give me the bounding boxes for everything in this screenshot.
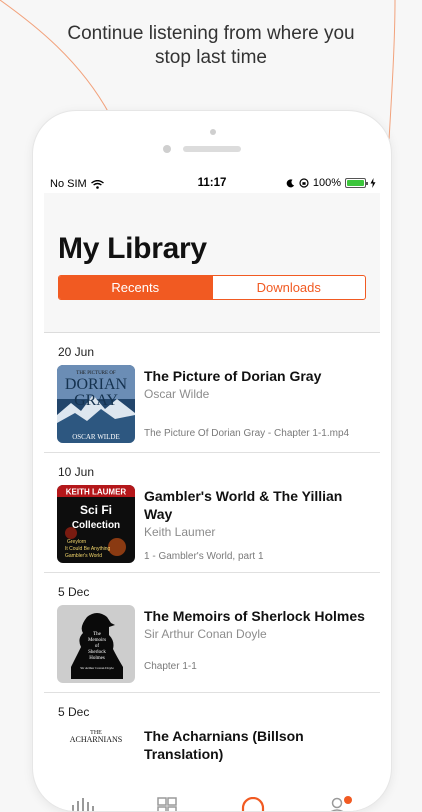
cover-line-5: Holmes — [89, 656, 105, 661]
charging-bolt-icon — [370, 178, 376, 188]
cover-line-2: DORIAN — [65, 376, 128, 393]
listen-date: 20 Jun — [58, 345, 95, 359]
list-item[interactable]: 20 Jun THE PICTURE OF DORIAN GRAY OSCAR … — [44, 333, 380, 453]
cover-line-3: GRAY — [74, 392, 118, 409]
status-bar: No SIM 11:17 100% — [44, 173, 380, 193]
phone-frame: No SIM 11:17 100% My Library Recents Dow… — [32, 110, 392, 812]
tab-library[interactable] — [240, 796, 268, 811]
book-episode: Chapter 1-1 — [144, 661, 197, 672]
cover-line-4: Sherlock — [88, 650, 106, 655]
battery-fill — [347, 180, 364, 186]
page-title: My Library — [58, 232, 207, 265]
headphones-icon — [241, 796, 265, 811]
cover-line-4: OSCAR WILDE — [72, 433, 120, 441]
list-item[interactable]: 10 Jun KEITH LAUMER Sci Fi Collection Gr… — [44, 453, 380, 573]
book-cover: The Memoirs of Sherlock Holmes Sir Arthu… — [57, 605, 135, 683]
cover-line-2: ACHARNIANS — [70, 735, 122, 744]
cover-line-6: Sir Arthur Conan Doyle — [80, 666, 114, 670]
book-title: The Picture of Dorian Gray — [144, 368, 322, 384]
grid-icon — [157, 797, 177, 811]
listen-date: 5 Dec — [58, 585, 90, 599]
moon-icon — [286, 178, 295, 187]
book-title: Gambler's World & The Yillian Way — [144, 488, 343, 522]
cover-line-3: Collection — [72, 520, 120, 531]
book-cover: THE PICTURE OF DORIAN GRAY OSCAR WILDE — [57, 365, 135, 443]
book-episode: The Picture Of Dorian Gray - Chapter 1-1… — [144, 428, 350, 439]
list-item[interactable]: 5 Dec The Memoirs of Sherlock Holmes Sir… — [44, 573, 380, 693]
book-title: The Acharnians (Billson Translation) — [144, 728, 304, 762]
book-author: Keith Laumer — [144, 525, 216, 539]
book-author: Sir Arthur Conan Doyle — [144, 627, 267, 641]
book-author: Oscar Wilde — [144, 387, 210, 401]
book-title: The Memoirs of Sherlock Holmes — [144, 608, 365, 624]
tab-browse[interactable] — [156, 797, 184, 811]
library-header: My Library Recents Downloads — [44, 193, 380, 333]
app-screen: No SIM 11:17 100% My Library Recents Dow… — [44, 173, 380, 811]
cover-line-1: KEITH LAUMER — [66, 488, 127, 497]
cover-line-2: Sci Fi — [80, 503, 112, 517]
listen-date: 10 Jun — [58, 465, 95, 479]
book-cover: KEITH LAUMER Sci Fi Collection Greylorn … — [57, 485, 135, 563]
waveform-icon — [72, 798, 94, 811]
listen-date: 5 Dec — [58, 705, 90, 719]
book-episode: 1 - Gambler's World, part 1 — [144, 551, 264, 562]
promo-line-2: stop last time — [155, 47, 267, 68]
promo-line-1: Continue listening from where you — [67, 23, 355, 44]
promo-tagline: Continue listening from where you stop l… — [0, 22, 422, 70]
library-segmented-control: Recents Downloads — [58, 275, 366, 300]
cover-line-6: Gambler's World — [65, 553, 102, 559]
earpiece-speaker — [183, 146, 241, 152]
cover-line-4: Greylorn — [67, 539, 86, 545]
tab-recents[interactable]: Recents — [59, 276, 212, 299]
tab-downloads[interactable]: Downloads — [211, 276, 366, 299]
proximity-sensor — [163, 145, 171, 153]
recent-books-list: 20 Jun THE PICTURE OF DORIAN GRAY OSCAR … — [44, 333, 380, 811]
battery-icon — [345, 178, 368, 188]
cover-line-5: It Could Be Anything — [65, 546, 111, 552]
cover-line-3: of — [95, 644, 100, 649]
tab-profile[interactable] — [326, 796, 354, 811]
orientation-lock-icon — [299, 178, 309, 188]
battery-percent: 100% — [312, 177, 341, 189]
notification-dot — [344, 796, 352, 804]
cover-line-2: Memoirs — [88, 638, 106, 643]
cover-line-1: The — [93, 632, 102, 637]
tab-now-playing[interactable] — [70, 797, 98, 811]
bottom-tab-bar — [44, 787, 380, 811]
front-camera — [210, 129, 216, 135]
